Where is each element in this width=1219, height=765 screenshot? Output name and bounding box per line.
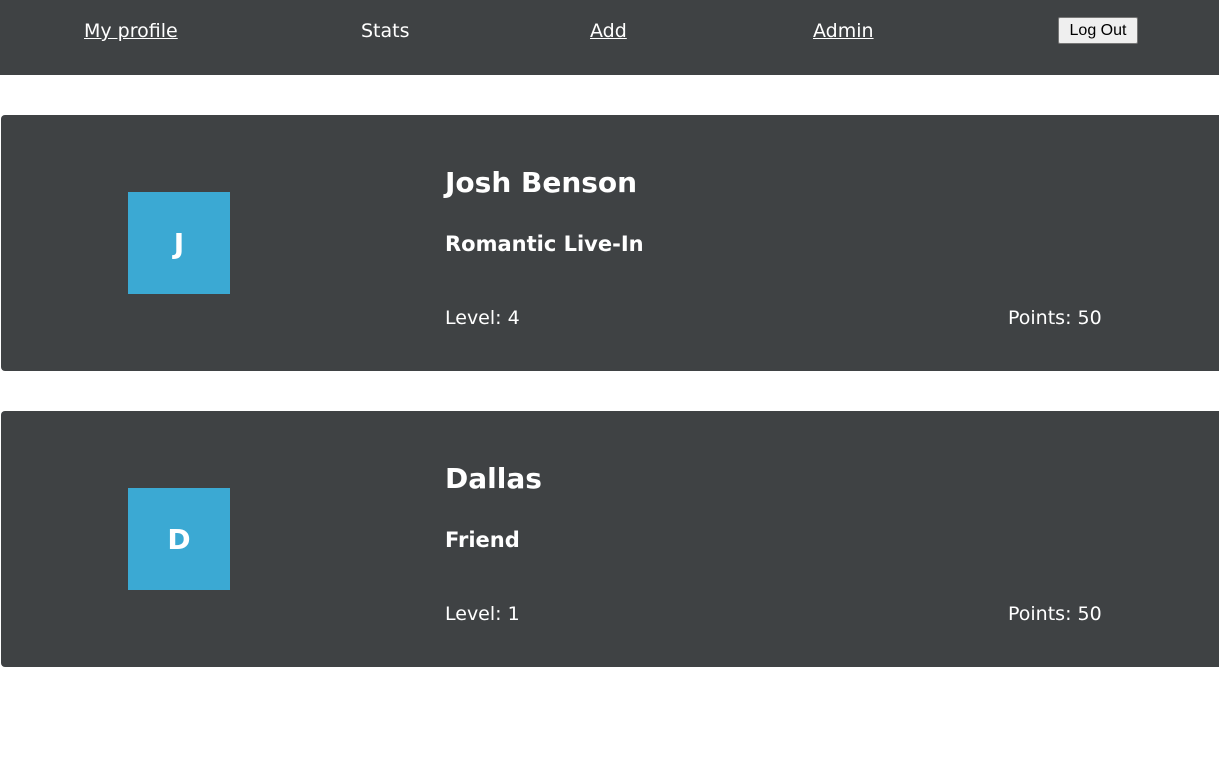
relationship-type: Friend (445, 528, 520, 552)
level-label: Level: 4 (445, 307, 520, 329)
person-name: Josh Benson (445, 166, 638, 199)
person-card: J Josh Benson Romantic Live-In Level: 4 … (1, 115, 1219, 371)
nav-link-my-profile[interactable]: My profile (84, 19, 178, 43)
top-navbar: My profile Stats Add Admin Log Out (0, 0, 1219, 75)
avatar: J (128, 192, 230, 294)
avatar: D (128, 488, 230, 590)
level-label: Level: 1 (445, 603, 520, 625)
nav-item-stats[interactable]: Stats (361, 19, 410, 43)
nav-link-add[interactable]: Add (590, 19, 627, 43)
relationship-type: Romantic Live-In (445, 232, 644, 256)
person-name: Dallas (445, 462, 542, 495)
points-label: Points: 50 (1008, 307, 1102, 329)
points-label: Points: 50 (1008, 603, 1102, 625)
logout-button[interactable]: Log Out (1058, 17, 1138, 44)
nav-link-admin[interactable]: Admin (813, 19, 874, 43)
person-card: D Dallas Friend Level: 1 Points: 50 (1, 411, 1219, 667)
